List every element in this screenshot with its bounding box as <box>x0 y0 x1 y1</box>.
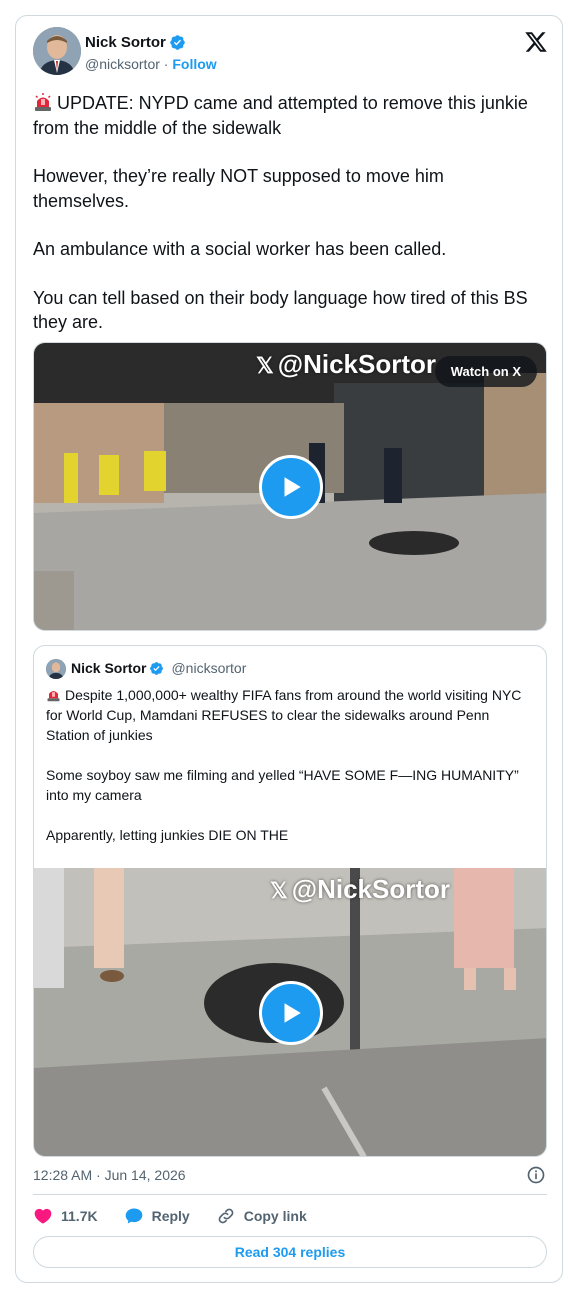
copy-link-label: Copy link <box>243 1208 307 1224</box>
author-name-text[interactable]: Nick Sortor <box>85 34 166 51</box>
rotating-light-icon <box>35 93 51 111</box>
tweet-paragraph-4: You can tell based on their body languag… <box>33 287 533 333</box>
author-handle[interactable]: @nicksortor <box>85 56 160 72</box>
quoted-video-watermark-text: @NickSortor <box>291 874 451 904</box>
copy-link-button[interactable]: Copy link <box>216 1206 307 1226</box>
tweet-text: UPDATE: NYPD came and attempted to remov… <box>33 91 533 359</box>
x-watermark-icon: 𝕏 <box>256 353 274 378</box>
video-watermark: 𝕏 @NickSortor <box>256 349 436 380</box>
quoted-author-name: Nick Sortor <box>71 660 147 676</box>
quoted-tweet-text: Despite 1,000,000+ wealthy FIFA fans fro… <box>46 685 536 865</box>
separator: · <box>163 56 169 72</box>
tweet-paragraph-1: UPDATE: NYPD came and attempted to remov… <box>33 91 533 140</box>
author-handle-line: @nicksortor · Follow <box>85 56 217 72</box>
action-bar: 11.7K Reply Copy link <box>33 1204 333 1228</box>
like-button[interactable]: 11.7K <box>33 1206 98 1226</box>
quoted-video-watermark: 𝕏 @NickSortor <box>270 874 450 905</box>
x-watermark-icon: 𝕏 <box>270 878 288 903</box>
verified-badge-icon <box>170 35 185 50</box>
rotating-light-icon <box>47 691 60 702</box>
watch-on-x-button[interactable]: Watch on X <box>434 356 537 387</box>
play-button[interactable] <box>259 455 323 519</box>
video-watermark-text: @NickSortor <box>277 349 437 379</box>
heart-icon <box>34 1208 52 1224</box>
reply-button[interactable]: Reply <box>124 1206 190 1226</box>
video-player[interactable]: 𝕏 @NickSortor Watch on X <box>33 342 547 631</box>
likes-count: 11.7K <box>61 1208 98 1224</box>
play-icon <box>284 1003 301 1023</box>
reply-bubble-icon <box>125 1208 142 1224</box>
play-icon <box>284 477 301 497</box>
tweet-paragraph-3: An ambulance with a social worker has be… <box>33 239 447 259</box>
x-logo-icon[interactable] <box>524 30 548 54</box>
quoted-author-handle: @nicksortor <box>171 660 247 676</box>
author-name[interactable]: Nick Sortor <box>85 34 186 51</box>
author-avatar[interactable] <box>33 27 81 75</box>
quoted-author-avatar <box>46 659 66 679</box>
tweet-paragraph-2: However, they’re really NOT supposed to … <box>33 166 449 211</box>
follow-button[interactable]: Follow <box>172 56 216 72</box>
tweet-card: Nick Sortor @nicksortor · Follow UPDATE:… <box>15 15 563 1283</box>
quoted-paragraph-1-text: Despite 1,000,000+ wealthy FIFA fans fro… <box>46 687 522 743</box>
tweet-paragraph-1-text: UPDATE: NYPD came and attempted to remov… <box>33 93 533 138</box>
verified-badge-icon <box>150 661 164 675</box>
quoted-paragraph-1: Despite 1,000,000+ wealthy FIFA fans fro… <box>46 685 536 745</box>
quoted-tweet[interactable]: Nick Sortor @nicksortor Despite 1,000,00… <box>33 645 547 1157</box>
quoted-author-line: Nick Sortor @nicksortor <box>71 660 246 676</box>
link-icon <box>218 1208 234 1224</box>
read-replies-button[interactable]: Read 304 replies <box>33 1236 547 1268</box>
quoted-paragraph-2: Some soyboy saw me filming and yelled “H… <box>46 767 519 803</box>
quoted-play-button[interactable] <box>259 981 323 1045</box>
reply-label: Reply <box>151 1208 190 1224</box>
quoted-paragraph-3: Apparently, letting junkies DIE ON THE <box>46 827 289 843</box>
tweet-timestamp[interactable]: 12:28 AM · Jun 14, 2026 <box>33 1167 186 1183</box>
info-icon[interactable] <box>526 1165 546 1185</box>
quoted-video-player[interactable]: 𝕏 @NickSortor <box>34 868 546 1156</box>
divider <box>33 1194 547 1195</box>
